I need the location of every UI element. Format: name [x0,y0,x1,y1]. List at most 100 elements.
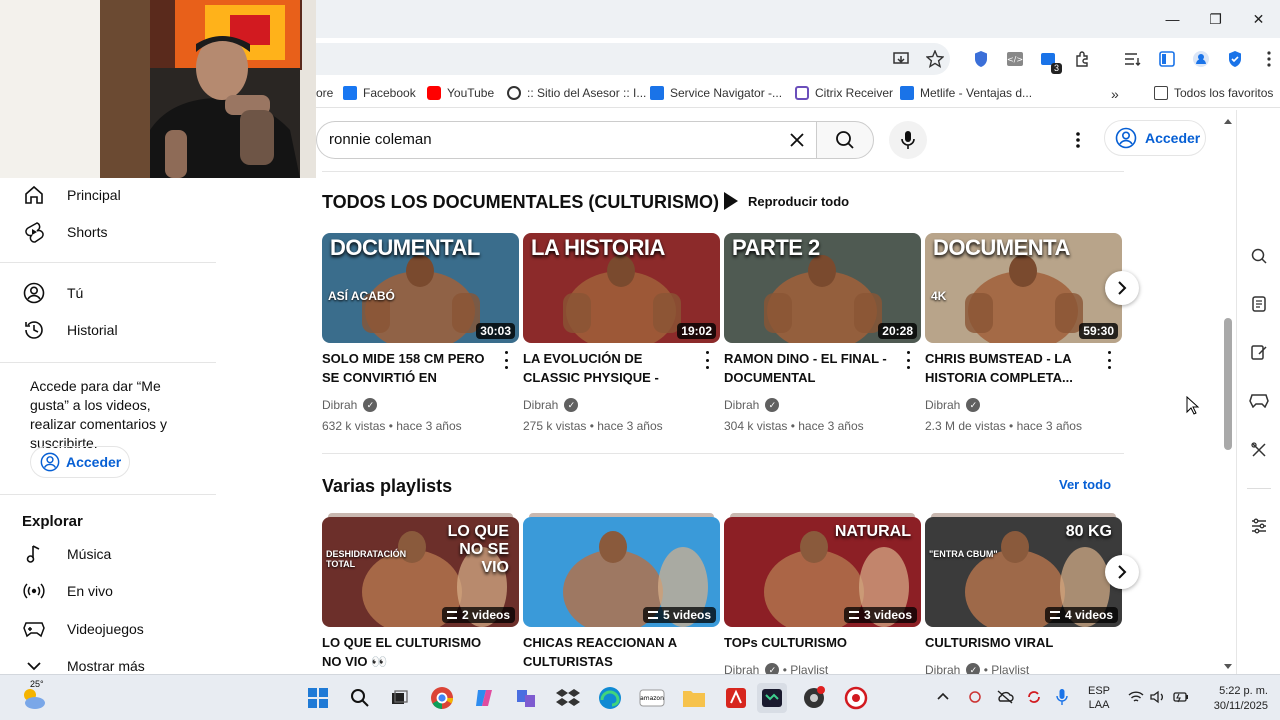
shelf-next-button[interactable] [1105,271,1139,305]
play-all-button[interactable]: Reproducir todo [724,192,849,210]
tray-mic-icon[interactable] [1056,688,1068,709]
browser-menu-icon[interactable] [1254,44,1280,74]
keyboard-language-indicator[interactable]: ESP LAA [1088,684,1110,712]
close-window-button[interactable]: ✕ [1237,0,1280,38]
video-card[interactable]: PARTE 2 20:28 RAMON DINO - EL FINAL - DOCU… [724,233,921,443]
video-title[interactable]: CHRIS BUMSTEAD - LA HISTORIA COMPLETA... [925,349,1100,387]
tray-sync-icon[interactable] [1026,689,1042,708]
bookmark-item[interactable]: Metlife - Ventajas d... [900,86,1032,100]
scrollbar-thumb[interactable] [1224,318,1232,450]
taskbar-app-recorder[interactable] [841,683,871,713]
sidebar-item-videojuegos[interactable]: Videojuegos [0,610,216,648]
video-channel[interactable]: Dibrah ✓ [925,398,981,412]
tray-vpn-icon[interactable] [968,689,982,708]
playlist-next-button[interactable] [1105,555,1139,589]
tray-battery-icon[interactable] [1172,690,1190,707]
video-channel[interactable]: Dibrah ✓ [523,398,579,412]
start-button[interactable] [303,683,333,713]
playlist-title[interactable]: CULTURISMO VIRAL [925,633,1100,652]
bookmark-item[interactable]: Service Navigator -... [650,86,782,100]
code-extension-icon[interactable]: </> [1000,44,1030,74]
video-card[interactable]: DOCUMENTAL ASÍ ACABÓ 30:03 SOLO MIDE 158 CM… [322,233,519,443]
playlist-thumbnail[interactable]: NATURAL 3 videos [724,517,921,627]
extensions-puzzle-icon[interactable] [1068,44,1098,74]
install-app-icon[interactable] [886,44,916,74]
security-extension-icon[interactable] [1220,44,1250,74]
sidebar-sign-in-button[interactable]: Acceder [30,446,130,478]
bookmark-item[interactable]: YouTube [427,86,494,100]
playlist-card[interactable]: NATURAL 3 videos TOPs CULTURISMO Dibrah ✓ • … [724,513,921,674]
video-menu-icon[interactable] [703,351,711,369]
reading-list-icon[interactable] [1118,44,1148,74]
tray-overflow-icon[interactable] [936,691,950,704]
sidebar-item-musica[interactable]: Música [0,535,216,573]
taskbar-app-obs[interactable] [799,683,829,713]
taskbar-app-explorer[interactable] [679,683,709,713]
video-card[interactable]: DOCUMENTA 4K 59:30 CHRIS BUMSTEAD - LA HIST… [925,233,1122,443]
taskbar-app-active-window[interactable] [757,683,787,713]
bookmark-folder-all[interactable]: Todos los favoritos [1154,86,1273,100]
settings-menu-icon[interactable] [1066,128,1090,152]
taskbar-clock[interactable]: 5:22 p. m. 30/11/2025 [1198,684,1268,714]
games-icon[interactable] [1249,390,1269,410]
playlist-card[interactable]: 80 KG "ENTRA CBUM" 4 videos CULTURISMO VIRA… [925,513,1122,674]
video-thumbnail[interactable]: PARTE 2 20:28 [724,233,921,343]
sign-in-button[interactable]: Acceder [1104,120,1206,156]
bookmark-item[interactable]: ore [316,86,333,100]
sidebar-item-historial[interactable]: Historial [0,311,216,349]
profile-icon[interactable] [1186,44,1216,74]
search-button[interactable] [816,121,874,159]
search-sidebar-icon[interactable] [1249,246,1269,266]
maximize-button[interactable]: ❐ [1194,0,1237,38]
minimize-button[interactable]: — [1151,0,1194,38]
voice-search-button[interactable] [889,121,927,159]
video-title[interactable]: SOLO MIDE 158 CM PERO SE CONVIRTIÓ EN CA… [322,349,497,387]
notes-icon[interactable] [1249,342,1269,362]
tools-icon[interactable] [1249,440,1269,460]
playlist-thumbnail[interactable]: 5 videos [523,517,720,627]
taskbar-search-button[interactable] [345,683,375,713]
taskbar-app-copilot[interactable] [469,683,499,713]
playlist-title[interactable]: TOPs CULTURISMO [724,633,899,652]
taskbar-app-amazon[interactable]: amazon [637,683,667,713]
playlist-thumbnail[interactable]: 80 KG "ENTRA CBUM" 4 videos [925,517,1122,627]
weather-widget[interactable]: 25° [18,679,48,713]
tray-wifi-icon[interactable] [1128,690,1144,707]
taskbar-app-edge[interactable] [595,683,625,713]
address-bar[interactable] [300,43,950,75]
tabs-extension-icon[interactable]: 3 [1034,44,1064,74]
taskbar-app-people[interactable] [511,683,541,713]
taskbar-app-dropbox[interactable] [553,683,583,713]
star-bookmark-icon[interactable] [920,44,950,74]
taskbar-app-chrome[interactable] [427,683,457,713]
bookmarks-overflow-icon[interactable]: » [1111,86,1119,102]
bookmark-item[interactable]: Citrix Receiver [795,86,893,100]
playlist-title[interactable]: LO QUE EL CULTURISMO NO VIO 👀 [322,633,497,671]
playlist-card[interactable]: LO QUE NO SE VIO DESHIDRATACIÓN TOTAL 2 vi… [322,513,519,674]
sidebar-item-principal[interactable]: Principal [0,176,216,214]
playlist-title[interactable]: CHICAS REACCIONAN A CULTURISTAS [523,633,698,671]
sidebar-toggle-icon[interactable] [1152,44,1182,74]
video-channel[interactable]: Dibrah ✓ [322,398,378,412]
task-view-button[interactable] [384,683,414,713]
bookmark-item[interactable]: Facebook [343,86,416,100]
collections-icon[interactable] [1249,294,1269,314]
video-menu-icon[interactable] [1105,351,1113,369]
sidebar-item-tu[interactable]: Tú [0,274,216,312]
bookmark-item[interactable]: :: Sitio del Asesor :: I... [507,86,646,100]
playlist-card[interactable]: 5 videos CHICAS REACCIONAN A CULTURISTAS [523,513,720,674]
tray-cloud-offline-icon[interactable] [996,689,1014,708]
video-menu-icon[interactable] [904,351,912,369]
video-menu-icon[interactable] [502,351,510,369]
see-all-link[interactable]: Ver todo [1059,477,1111,492]
shield-extension-icon[interactable] [966,44,996,74]
video-thumbnail[interactable]: DOCUMENTA 4K 59:30 [925,233,1122,343]
sidebar-item-en-vivo[interactable]: En vivo [0,572,216,610]
video-title[interactable]: LA EVOLUCIÓN DE CLASSIC PHYSIQUE - DOCUM… [523,349,698,387]
video-card[interactable]: LA HISTORIA 19:02 LA EVOLUCIÓN DE CLASSIC … [523,233,720,443]
tray-volume-icon[interactable] [1150,690,1166,707]
playlist-thumbnail[interactable]: LO QUE NO SE VIO DESHIDRATACIÓN TOTAL 2 vi… [322,517,519,627]
video-channel[interactable]: Dibrah ✓ [724,398,780,412]
video-title[interactable]: RAMON DINO - EL FINAL - DOCUMENTAL COMPL… [724,349,899,387]
page-scrollbar[interactable] [1220,114,1236,674]
